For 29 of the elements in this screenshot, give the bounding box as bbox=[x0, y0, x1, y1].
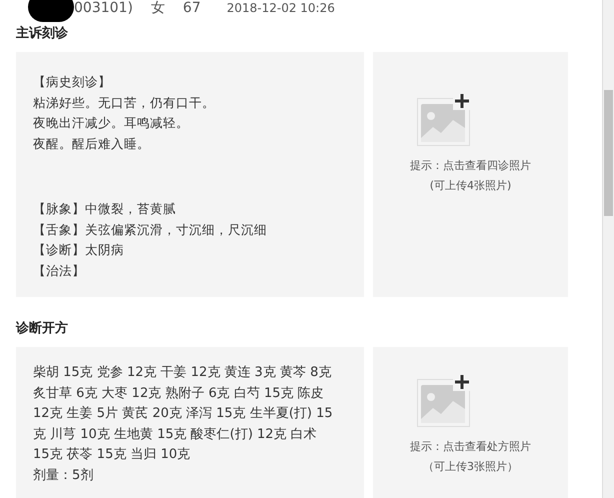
add-image-icon[interactable] bbox=[416, 92, 470, 146]
scrollbar[interactable] bbox=[602, 0, 614, 498]
photo-hint: 提示：点击查看四诊照片 bbox=[410, 158, 531, 174]
patient-age: 67 bbox=[182, 0, 201, 16]
panel-text: 克 川芎 10克 生地黄 15克 酸枣仁(打) 12克 白术 bbox=[33, 426, 318, 444]
redaction-mark bbox=[28, 0, 74, 22]
panel-text: 夜醒。醒后难入睡。 bbox=[33, 134, 151, 152]
visit-datetime: 2018-12-02 10:26 bbox=[226, 0, 335, 16]
panel-text: 【治法】 bbox=[33, 262, 86, 280]
panel-text: 剂量：5剂 bbox=[33, 466, 94, 484]
panel-text: 【脉象】中微裂，苔黄腻 bbox=[33, 200, 177, 218]
panel-text: 15克 茯苓 15克 当归 10克 bbox=[33, 446, 192, 464]
panel-text: 12克 生姜 5片 黄芪 20克 泽泻 15克 生半夏(打) 15 bbox=[33, 404, 334, 423]
photo-limit-note: （可上传3张照片） bbox=[423, 459, 518, 475]
photo-hint: 提示：点击查看处方照片 bbox=[410, 439, 531, 455]
patient-gender: 女 bbox=[150, 0, 165, 16]
panel-text: 柴胡 15克 党参 12克 干姜 12克 黄连 3克 黄芩 8克 bbox=[33, 364, 332, 382]
section-title: 主诉刻诊 bbox=[16, 24, 69, 42]
scrollbar-thumb[interactable] bbox=[604, 90, 613, 216]
section-title: 诊断开方 bbox=[16, 320, 69, 337]
panel-text: 【诊断】太阴病 bbox=[33, 241, 125, 259]
panel-text: 夜晚出汗减少。耳鸣减轻。 bbox=[33, 114, 190, 132]
panel-text: 【舌象】关弦偏紧沉滑，寸沉细，尺沉细 bbox=[33, 220, 268, 238]
photo-limit-note: (可上传4张照片) bbox=[430, 178, 512, 194]
panel-text: 炙甘草 6克 大枣 12克 熟附子 6克 白芍 15克 陈皮 bbox=[33, 384, 325, 402]
add-image-icon[interactable] bbox=[416, 373, 470, 427]
patient-id: 003101) bbox=[74, 0, 133, 16]
panel-text: 粘涕好些。无口苦，仍有口干。 bbox=[33, 94, 216, 112]
panel-text: 【病史刻诊】 bbox=[33, 73, 112, 91]
